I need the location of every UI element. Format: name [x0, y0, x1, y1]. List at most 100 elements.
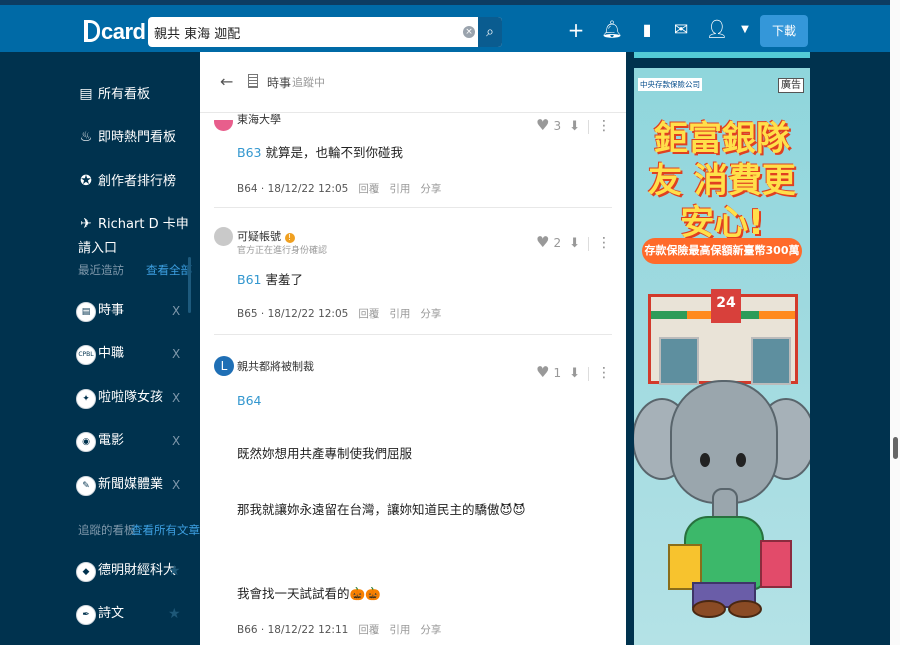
- comment-author: 東海大學: [237, 113, 281, 126]
- dcard-logo[interactable]: card: [84, 19, 146, 45]
- floor-ref-link[interactable]: B63: [237, 145, 261, 160]
- downvote-icon[interactable]: ⬇: [569, 119, 580, 134]
- comment-actions: ♥ 1 ⬇ ⋮: [536, 363, 611, 381]
- sidebar-board-item[interactable]: ◉ 電影 X: [76, 430, 186, 460]
- heart-icon[interactable]: ♥: [536, 116, 549, 134]
- comment-author: 可疑帳號 !: [237, 228, 295, 244]
- user-icon[interactable]: 👤︎: [704, 19, 730, 41]
- comment-actions: ♥ 2 ⬇ ⋮: [536, 233, 611, 251]
- sidebar-board-item[interactable]: ✦ 啦啦隊女孩 X: [76, 387, 186, 417]
- forum-icon: [248, 74, 258, 88]
- sidebar-board-item[interactable]: ✒ 詩文 ★: [76, 603, 186, 633]
- left-sidebar: ▤ 所有看板 ♨ 即時熱門看板 ✪ 創作者排行榜 ✈ Richart D 卡申請入口 最…: [0, 52, 200, 645]
- avatar[interactable]: L: [214, 356, 234, 376]
- board-avatar: CPBL: [76, 345, 96, 365]
- page-scrollbar-track[interactable]: [890, 0, 900, 645]
- share-link[interactable]: 分享: [420, 308, 441, 320]
- create-post-icon[interactable]: +: [563, 19, 589, 41]
- floor-ref-link[interactable]: B64: [237, 393, 261, 408]
- view-all-posts-link[interactable]: 查看所有文章: [131, 522, 200, 538]
- avatar[interactable]: [214, 227, 233, 246]
- more-options-icon[interactable]: ⋮: [597, 235, 611, 251]
- clear-search-icon[interactable]: ×: [463, 26, 475, 38]
- download-app-button[interactable]: 下載 App: [760, 15, 808, 70]
- floor-ref-link[interactable]: B61: [237, 272, 261, 287]
- sidebar-item-all-boards[interactable]: ▤ 所有看板: [78, 82, 150, 106]
- forum-name[interactable]: 時事: [267, 74, 291, 91]
- author-subtitle: 官方正在進行身份確認: [237, 246, 328, 256]
- comment-author: 親共都將被制裁: [237, 360, 314, 373]
- star-icon[interactable]: ★: [168, 562, 181, 580]
- board-name: 中職: [98, 346, 125, 361]
- page-scrollbar-thumb[interactable]: [893, 437, 898, 459]
- comment-body-line: 既然妳想用共產專制使我們屈服: [237, 446, 413, 461]
- remove-board-icon[interactable]: X: [172, 476, 180, 494]
- remove-board-icon[interactable]: X: [172, 302, 180, 320]
- mail-icon[interactable]: ✉: [668, 19, 694, 41]
- advertisement-banner[interactable]: 中央存款保險公司 廣告 鉅富銀隊友 消費更安心! 存款保險最高保額新臺幣300萬…: [634, 68, 810, 645]
- avatar[interactable]: [214, 120, 233, 131]
- comment-meta: B66 · 18/12/22 12:11 回覆 引用 分享: [237, 624, 442, 636]
- elephant-shoe: [692, 600, 726, 618]
- share-link[interactable]: 分享: [420, 624, 441, 636]
- remove-board-icon[interactable]: X: [172, 389, 180, 407]
- back-arrow-icon[interactable]: ←: [220, 72, 233, 91]
- quote-link[interactable]: 引用: [389, 624, 410, 636]
- remove-board-icon[interactable]: X: [172, 345, 180, 363]
- share-link[interactable]: 分享: [420, 183, 441, 195]
- elephant-eye: [736, 453, 746, 467]
- compass-icon: ✪: [80, 173, 92, 189]
- sidebar-item-hot-boards[interactable]: ♨ 即時熱門看板: [78, 125, 176, 149]
- board-avatar: ✦: [76, 389, 96, 409]
- board-name: 詩文: [98, 606, 125, 621]
- card-icon[interactable]: ▮: [634, 19, 660, 41]
- view-all-recent-link[interactable]: 查看全部: [146, 262, 192, 278]
- recent-section-title: 最近造訪: [78, 263, 124, 277]
- sidebar-scrollbar[interactable]: [188, 257, 191, 313]
- chevron-down-icon[interactable]: ▼: [732, 19, 758, 41]
- quote-link[interactable]: 引用: [389, 308, 410, 320]
- sidebar-board-item[interactable]: ▤ 時事 X: [76, 300, 186, 330]
- verification-badge-icon: !: [284, 233, 295, 243]
- reply-link[interactable]: 回覆: [358, 183, 379, 195]
- heart-icon[interactable]: ♥: [536, 233, 549, 251]
- reply-link[interactable]: 回覆: [358, 308, 379, 320]
- comment-body: B63 就算是，也輪不到你碰我: [237, 145, 403, 160]
- store-illustration: 24: [648, 289, 798, 385]
- board-name: 新聞媒體業: [98, 477, 164, 492]
- ad-top-strip: [634, 52, 810, 58]
- fire-icon: ♨: [79, 129, 93, 145]
- notification-bell-icon[interactable]: 🔔︎: [599, 19, 625, 41]
- comment-meta: B64 · 18/12/22 12:05 回覆 引用 分享: [237, 183, 442, 195]
- sidebar-item-creator-ranking[interactable]: ✪ 創作者排行榜: [78, 169, 176, 193]
- more-options-icon[interactable]: ⋮: [597, 118, 611, 134]
- quote-link[interactable]: 引用: [389, 183, 410, 195]
- comment-item: L 親共都將被制裁 B64 既然妳想用共產專制使我們屈服 那我就讓妳永遠留在台灣…: [214, 334, 612, 645]
- heart-icon[interactable]: ♥: [536, 363, 549, 381]
- comment-floor-ref: B64: [237, 392, 261, 410]
- sidebar-board-item[interactable]: CPBL 中職 X: [76, 343, 186, 373]
- sidebar-item-richart[interactable]: ✈ Richart D 卡申請入口: [78, 212, 200, 256]
- more-options-icon[interactable]: ⋮: [597, 365, 611, 381]
- follow-status[interactable]: 追蹤中: [292, 74, 325, 90]
- board-list-icon: ▤: [79, 86, 93, 102]
- comment-actions: ♥ 3 ⬇ ⋮: [536, 116, 611, 134]
- board-avatar: ◆: [76, 562, 96, 582]
- elephant-mascot: [670, 380, 778, 504]
- sidebar-board-item[interactable]: ✎ 新聞媒體業 X: [76, 474, 186, 504]
- store-sign: 24: [711, 289, 741, 323]
- search-input[interactable]: [148, 17, 468, 47]
- search-button[interactable]: ⌕: [478, 17, 502, 47]
- remove-board-icon[interactable]: X: [172, 432, 180, 450]
- reply-link[interactable]: 回覆: [358, 624, 379, 636]
- search-icon: ⌕: [486, 24, 494, 40]
- downvote-icon[interactable]: ⬇: [569, 366, 580, 381]
- downvote-icon[interactable]: ⬇: [569, 236, 580, 251]
- board-name: 時事: [98, 303, 125, 318]
- elephant-shoe: [728, 600, 762, 618]
- board-name: 電影: [98, 433, 125, 448]
- sidebar-board-item[interactable]: ◆ 德明財經科大 ★: [76, 560, 186, 590]
- board-avatar: ▤: [76, 302, 96, 322]
- star-icon[interactable]: ★: [168, 605, 181, 623]
- board-name: 啦啦隊女孩: [98, 390, 164, 405]
